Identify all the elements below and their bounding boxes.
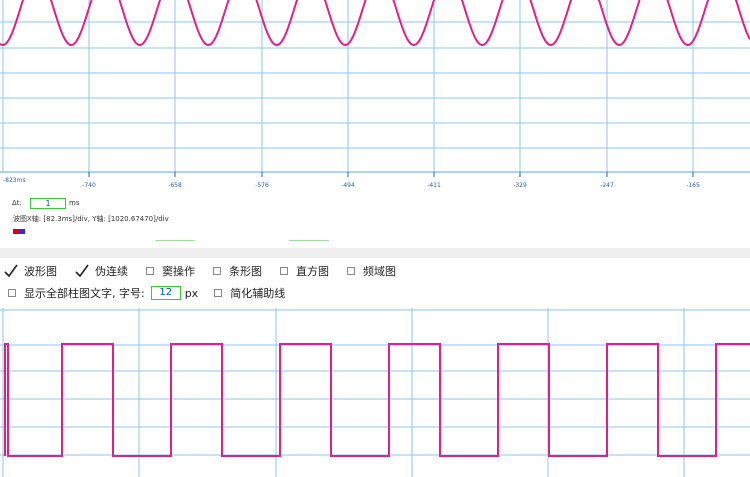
checkbox-unchecked[interactable] — [8, 289, 16, 297]
scale-info-text: 波图X轴: [82.3ms]/div, Y轴: [1020.67470]/div — [13, 215, 169, 223]
chart-type-options-row: 波形图 伪连续 窦操作 条形图 直方图 频域图 — [4, 261, 414, 281]
option-waveform[interactable]: 波形图 — [4, 263, 57, 279]
x-tick-label: -165 — [686, 182, 700, 189]
x-tick-label: -658 — [168, 182, 182, 189]
option-bar-chart[interactable]: 条形图 — [213, 263, 262, 279]
top-grid — [0, 0, 750, 172]
x-tick-label: -576 — [255, 182, 269, 189]
option-pseudo-continuous-label: 伪连续 — [95, 265, 128, 278]
checkbox-unchecked[interactable] — [146, 267, 154, 275]
panel-separator — [0, 248, 750, 258]
checkbox-unchecked[interactable] — [214, 289, 223, 297]
x-tick-label: -247 — [600, 182, 614, 189]
square-waveform — [4, 343, 750, 457]
option-show-all-bar-text[interactable]: 显示全部柱图文字, 字号: — [8, 285, 145, 301]
option-waveform-label: 波形图 — [24, 265, 57, 278]
dt-unit: ms — [69, 199, 80, 207]
x-tick-label: -494 — [341, 182, 355, 189]
x-tick-label: -329 — [513, 182, 527, 189]
checkmark-icon — [75, 264, 89, 278]
x-tick-label: -411 — [427, 182, 441, 189]
option-window-operation[interactable]: 窦操作 — [146, 263, 195, 279]
option-simplify-guides[interactable]: 简化辅助线 — [214, 285, 285, 301]
font-size-unit: px — [184, 286, 199, 300]
option-frequency-domain[interactable]: 频域图 — [347, 263, 396, 279]
x-axis-ticks: -823ms -740 -658 -576 -494 -411 -329 -247 -165 — [3, 172, 700, 189]
checkbox-unchecked[interactable] — [347, 267, 355, 275]
option-bar-chart-label: 条形图 — [229, 265, 262, 278]
checkbox-unchecked[interactable] — [213, 267, 221, 275]
dt-input[interactable]: 1 — [30, 198, 66, 209]
x-tick-label: -740 — [82, 182, 96, 189]
bottom-waveform-plot[interactable] — [0, 308, 750, 477]
x-origin-label: -823ms — [3, 177, 26, 184]
green-underline-right — [289, 240, 329, 241]
option-window-operation-label: 窦操作 — [162, 265, 195, 278]
green-underline-left — [155, 240, 195, 241]
simplify-guides-label: 简化辅助线 — [230, 287, 286, 300]
dt-label: Δt: — [12, 199, 22, 207]
font-size-input[interactable]: 12 — [150, 286, 181, 300]
top-waveform-plot[interactable]: -823ms -740 -658 -576 -494 -411 -329 -247 -165 — [0, 0, 750, 195]
option-pseudo-continuous[interactable]: 伪连续 — [75, 263, 128, 279]
show-all-bar-text-label: 显示全部柱图文字, 字号: — [24, 287, 145, 300]
checkbox-unchecked[interactable] — [280, 267, 288, 275]
option-frequency-domain-label: 频域图 — [363, 265, 396, 278]
display-options-panel: 波形图 伪连续 窦操作 条形图 直方图 频域图 显示全部柱图文字, 字号: 12… — [0, 258, 750, 308]
option-histogram[interactable]: 直方图 — [280, 263, 329, 279]
checkmark-icon — [4, 264, 18, 278]
option-histogram-label: 直方图 — [296, 265, 329, 278]
label-options-row: 显示全部柱图文字, 字号: 12 px 简化辅助线 — [8, 283, 303, 303]
legend-color-swatch — [13, 229, 25, 234]
top-waveform-panel: -823ms -740 -658 -576 -494 -411 -329 -247 -165 Δ… — [0, 0, 750, 248]
